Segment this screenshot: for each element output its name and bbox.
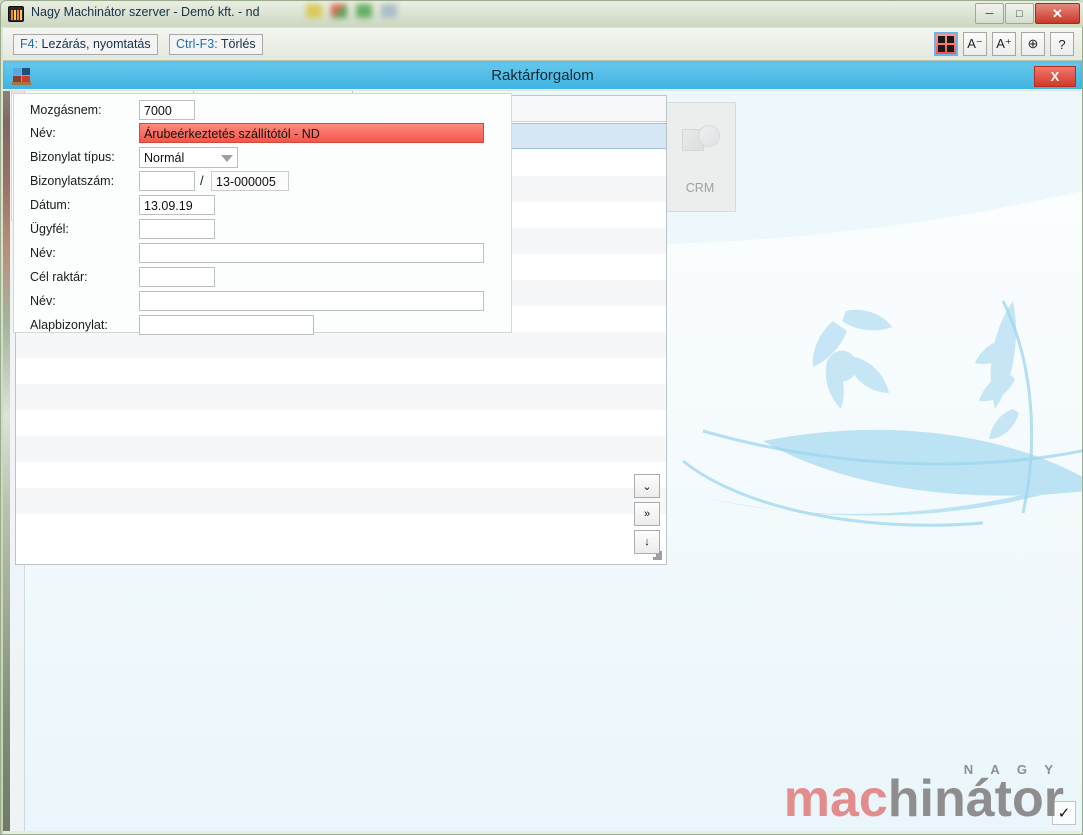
grid-view-icon[interactable]: [934, 32, 958, 56]
label-alapbizonylat: Alapbizonylat:: [30, 318, 108, 332]
app-logo-icon: [8, 6, 24, 22]
input-bizonylatszam-prefix[interactable]: [139, 171, 195, 191]
resize-grip[interactable]: [653, 551, 663, 561]
select-bizonylat-tipus[interactable]: Normál: [139, 147, 238, 168]
raktarforgalom-panel: Mozgásnem: 7000 Név: Árubeérkeztetés szá…: [13, 93, 512, 333]
raktarforgalom-close-button[interactable]: X: [1034, 66, 1076, 87]
f4-action-label: Lezárás, nyomtatás: [38, 37, 151, 51]
input-ugyfel[interactable]: [139, 219, 215, 239]
f4-key-label: F4:: [20, 37, 38, 51]
globe-icon[interactable]: ⊕: [1021, 32, 1045, 56]
select-bizonylat-tipus-value: Normál: [144, 151, 184, 165]
title-bar: Nagy Machinátor szerver - Demó kft. - nd…: [1, 1, 1083, 27]
logo-mac-part: mac: [784, 770, 888, 828]
ctrl-f3-torles-button[interactable]: Ctrl-F3: Törlés: [169, 34, 263, 55]
raktarforgalom-title: Raktárforgalom: [5, 67, 1080, 84]
toolbar-icon-group: A⁻ A⁺ ⊕ ?: [934, 32, 1074, 56]
font-decrease-icon[interactable]: A⁻: [963, 32, 987, 56]
brand-logo: N A G Y machinátor: [784, 762, 1064, 825]
input-bizonylatszam-value[interactable]: 13-000005: [211, 171, 289, 191]
window-controls: ─ □ ✕: [975, 3, 1080, 24]
logo-machinator-text: machinátor: [784, 773, 1064, 825]
tile-crm[interactable]: CRM: [664, 102, 736, 212]
scroll-page-down-button[interactable]: »: [634, 502, 660, 526]
input-alapbizonylat[interactable]: [139, 315, 314, 335]
font-increase-icon[interactable]: A⁺: [992, 32, 1016, 56]
raktarforgalom-titlebar: Raktárforgalom X: [5, 63, 1080, 89]
label-nev-2: Név:: [30, 246, 56, 260]
table-row[interactable]: [16, 462, 666, 488]
app-toolbar: F4: Lezárás, nyomtatás Ctrl-F3: Törlés A…: [3, 28, 1082, 61]
label-datum: Dátum:: [30, 198, 70, 212]
maximize-button[interactable]: □: [1005, 3, 1034, 24]
mdi-desktop: nl Alapbizonylat (számla): Alapfunkció e…: [3, 61, 1082, 833]
status-bar: [3, 831, 1082, 834]
table-row[interactable]: [16, 384, 666, 410]
crm-icon: [678, 119, 722, 159]
input-cel-raktar[interactable]: [139, 267, 215, 287]
tetel-nav-buttons: ⌄ » ↓: [634, 474, 660, 558]
label-nev-3: Név:: [30, 294, 56, 308]
input-mozgasnem[interactable]: 7000: [139, 100, 195, 120]
table-row[interactable]: [16, 332, 666, 358]
input-mozgasnem-nev[interactable]: Árubeérkeztetés szállítótól - ND: [139, 123, 484, 143]
label-bizonylat-tipus: Bizonylat típus:: [30, 150, 115, 164]
input-cel-raktar-nev[interactable]: [139, 291, 484, 311]
logo-hinator-part: hinátor: [888, 770, 1064, 828]
window-title: Nagy Machinátor szerver - Demó kft. - nd: [31, 5, 260, 19]
label-cel-raktar: Cél raktár:: [30, 270, 88, 284]
blurred-taskbar-icons: [251, 1, 501, 27]
scroll-down-button[interactable]: ⌄: [634, 474, 660, 498]
ctrl-f3-key-label: Ctrl-F3:: [176, 37, 218, 51]
table-row[interactable]: [16, 410, 666, 436]
close-button[interactable]: ✕: [1035, 3, 1080, 24]
label-bizonylatszam: Bizonylatszám:: [30, 174, 114, 188]
label-nev-1: Név:: [30, 126, 56, 140]
window-frame: Nagy Machinátor szerver - Demó kft. - nd…: [0, 0, 1083, 835]
table-row[interactable]: [16, 514, 666, 540]
rail-gradient-strip: [3, 61, 10, 833]
table-row[interactable]: [16, 488, 666, 514]
tetel-window: Tétel Cikkszám Név: [3, 589, 679, 833]
table-row[interactable]: [16, 358, 666, 384]
tile-crm-label: CRM: [686, 181, 714, 195]
label-mozgasnem: Mozgásnem:: [30, 103, 102, 117]
help-icon[interactable]: ?: [1050, 32, 1074, 56]
application-window: Nagy Machinátor szerver - Demó kft. - nd…: [0, 0, 1083, 835]
table-row[interactable]: [16, 436, 666, 462]
input-datum[interactable]: 13.09.19: [139, 195, 215, 215]
ctrl-f3-action-label: Törlés: [218, 37, 256, 51]
input-ugyfel-nev[interactable]: [139, 243, 484, 263]
f4-lezaras-nyomtatas-button[interactable]: F4: Lezárás, nyomtatás: [13, 34, 158, 55]
label-ugyfel: Ügyfél:: [30, 222, 69, 236]
bizonylatszam-separator: /: [200, 173, 204, 188]
minimize-button[interactable]: ─: [975, 3, 1004, 24]
chevron-down-icon: [221, 155, 233, 162]
